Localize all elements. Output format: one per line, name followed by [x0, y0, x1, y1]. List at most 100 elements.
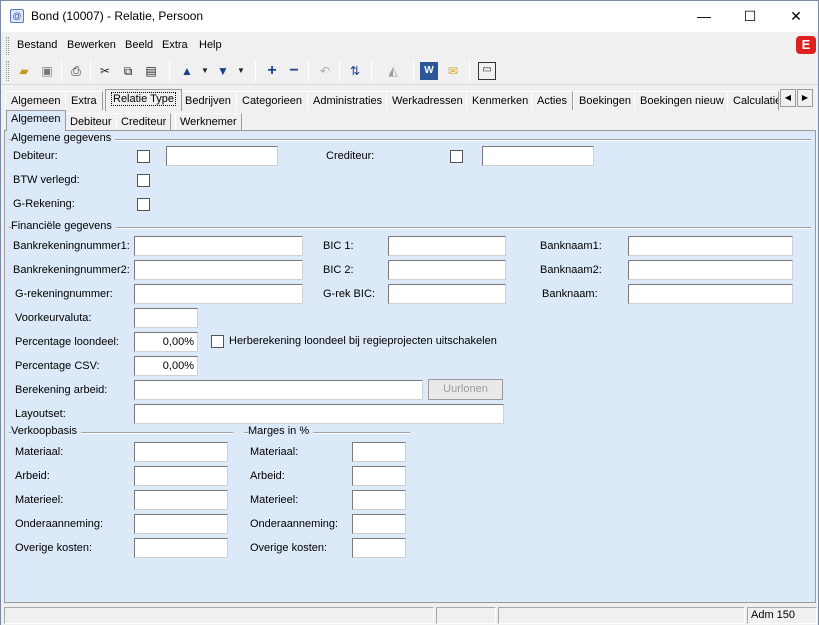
- toolbar-separator: [413, 60, 414, 82]
- mail-icon[interactable]: ✉: [443, 61, 463, 81]
- minimize-button[interactable]: —: [681, 1, 727, 32]
- undo-icon[interactable]: ↶: [315, 61, 335, 81]
- banknaam-field[interactable]: [628, 284, 793, 304]
- menu-grip[interactable]: [6, 37, 9, 55]
- tab-boekingen[interactable]: Boekingen: [573, 91, 637, 111]
- berekening-arbeid-field[interactable]: [134, 380, 423, 400]
- verkoop-overige-kosten-field[interactable]: [134, 538, 228, 558]
- group-financiele-gegevens: Financiële gegevens: [11, 220, 116, 232]
- marge-materiaal-field[interactable]: [352, 442, 406, 462]
- group-algemene-gegevens: Algemene gegevens: [11, 132, 116, 144]
- group-marges: Marges in %: [248, 425, 314, 437]
- g-rekening-checkbox[interactable]: [137, 198, 150, 211]
- menu-bewerken[interactable]: Bewerken: [67, 39, 116, 51]
- arrow-down-icon[interactable]: ▼: [213, 61, 233, 81]
- crediteur-field[interactable]: [482, 146, 594, 166]
- window-icon[interactable]: ▭: [478, 62, 496, 80]
- add-icon[interactable]: +: [262, 61, 282, 81]
- debiteur-field[interactable]: [166, 146, 278, 166]
- verkoop-arbeid-field[interactable]: [134, 466, 228, 486]
- subtab-debiteur[interactable]: Debiteur: [65, 113, 117, 131]
- tab-bedrijven[interactable]: Bedrijven: [179, 91, 237, 111]
- paste-icon[interactable]: ▤: [141, 61, 161, 81]
- word-icon[interactable]: W: [420, 62, 438, 80]
- menu-help[interactable]: Help: [199, 39, 222, 51]
- print-icon[interactable]: ⎙: [66, 61, 86, 81]
- remove-icon[interactable]: −: [284, 61, 304, 81]
- subtab-crediteur[interactable]: Crediteur: [116, 113, 172, 131]
- toolbar-grip[interactable]: [6, 61, 9, 81]
- tab-algemeen[interactable]: Algemeen: [5, 91, 67, 111]
- bic1-label: BIC 1:: [323, 240, 354, 252]
- dropdown-arrow-icon[interactable]: ▼: [195, 61, 215, 81]
- g-rekeningnummer-field[interactable]: [134, 284, 303, 304]
- verkoop-materieel-label: Materieel:: [15, 494, 64, 506]
- crediteur-checkbox[interactable]: [450, 150, 463, 163]
- toolbar-separator: [469, 60, 470, 82]
- tab-relatie-type[interactable]: Relatie Type: [105, 89, 182, 111]
- copy-icon[interactable]: ⧉: [118, 61, 138, 81]
- cut-icon[interactable]: ✂: [95, 61, 115, 81]
- marge-onderaanneming-field[interactable]: [352, 514, 406, 534]
- open-folder-icon[interactable]: ▰: [14, 61, 34, 81]
- marge-overige-kosten-field[interactable]: [352, 538, 406, 558]
- btw-verlegd-checkbox[interactable]: [137, 174, 150, 187]
- menu-extra[interactable]: Extra: [162, 39, 188, 51]
- subtab-werknemer[interactable]: Werknemer: [175, 113, 242, 131]
- berekening-arbeid-label: Berekening arbeid:: [15, 384, 108, 396]
- verkoop-onderaanneming-field[interactable]: [134, 514, 228, 534]
- verkoop-onderaanneming-label: Onderaanneming:: [15, 518, 104, 530]
- save-icon[interactable]: ▣: [37, 61, 57, 81]
- main-window: @ Bond (10007) - Relatie, Persoon — ☐ ✕ …: [0, 0, 819, 625]
- tab-werkadressen[interactable]: Werkadressen: [386, 91, 469, 111]
- banknaam1-field[interactable]: [628, 236, 793, 256]
- close-button[interactable]: ✕: [773, 1, 819, 32]
- dropdown-arrow-icon[interactable]: ▼: [231, 61, 251, 81]
- bankrekeningnummer1-field[interactable]: [134, 236, 303, 256]
- menu-bestand[interactable]: Bestand: [17, 39, 57, 51]
- verkoop-materieel-field[interactable]: [134, 490, 228, 510]
- status-panel: [498, 607, 745, 624]
- bic2-label: BIC 2:: [323, 264, 354, 276]
- verkoop-materiaal-field[interactable]: [134, 442, 228, 462]
- bic1-field[interactable]: [388, 236, 506, 256]
- marge-arbeid-field[interactable]: [352, 466, 406, 486]
- bic2-field[interactable]: [388, 260, 506, 280]
- g-rekening-label: G-Rekening:: [13, 198, 75, 210]
- herberekening-checkbox[interactable]: [211, 335, 224, 348]
- marge-onderaanneming-label: Onderaanneming:: [250, 518, 339, 530]
- tab-categorieen[interactable]: Categorieen: [236, 91, 308, 111]
- crediteur-label: Crediteur:: [326, 150, 375, 162]
- menu-beeld[interactable]: Beeld: [125, 39, 153, 51]
- maximize-button[interactable]: ☐: [727, 1, 773, 32]
- tab-extra[interactable]: Extra: [65, 91, 103, 111]
- document-icon[interactable]: ◭: [383, 61, 403, 81]
- tab-scroll-right-icon[interactable]: ▶: [797, 89, 813, 107]
- tab-administraties[interactable]: Administraties: [307, 91, 389, 111]
- marge-materieel-label: Materieel:: [250, 494, 299, 506]
- banknaam2-label: Banknaam2:: [540, 264, 602, 276]
- tab-acties[interactable]: Acties: [531, 91, 573, 111]
- uurlonen-button[interactable]: Uurlonen: [428, 379, 503, 400]
- layoutset-field[interactable]: [134, 404, 504, 424]
- refresh-icon[interactable]: ⇅: [345, 61, 365, 81]
- tab-scroll-left-icon[interactable]: ◀: [780, 89, 796, 107]
- voorkeurvaluta-field[interactable]: [134, 308, 198, 328]
- bankrekeningnummer2-field[interactable]: [134, 260, 303, 280]
- subtab-algemeen[interactable]: Algemeen: [6, 110, 66, 131]
- tab-boekingen-nieuw[interactable]: Boekingen nieuw: [634, 91, 730, 111]
- percentage-csv-field[interactable]: [134, 356, 198, 376]
- percentage-loondeel-field[interactable]: [134, 332, 198, 352]
- arrow-up-icon[interactable]: ▲: [177, 61, 197, 81]
- g-rek-bic-field[interactable]: [388, 284, 506, 304]
- group-divider: [9, 227, 811, 229]
- percentage-loondeel-label: Percentage loondeel:: [15, 336, 119, 348]
- tab-calculaties[interactable]: Calculaties: [727, 91, 779, 111]
- toolbar-separator: [339, 60, 340, 82]
- marge-materieel-field[interactable]: [352, 490, 406, 510]
- debiteur-checkbox[interactable]: [137, 150, 150, 163]
- banknaam2-field[interactable]: [628, 260, 793, 280]
- group-divider: [9, 139, 811, 141]
- tab-kenmerken[interactable]: Kenmerken: [466, 91, 535, 111]
- main-tabs: Algemeen Extra Relatie Type Bedrijven Ca…: [1, 89, 818, 111]
